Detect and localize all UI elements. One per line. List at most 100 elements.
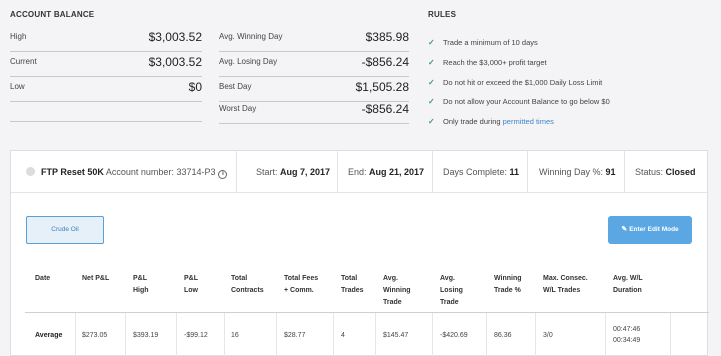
stat-current: Current $3,003.52 <box>10 53 202 77</box>
col-avg-winning-trade: Avg. Winning Trade <box>383 275 411 306</box>
account-number-label: Account number: <box>105 167 174 177</box>
rule-text: Only trade during <box>443 117 503 127</box>
start-date: Start: Aug 7, 2017 <box>256 151 330 193</box>
divider <box>236 151 237 193</box>
cell-avg-loss: -$420.69 <box>440 331 468 339</box>
stat-value: -$856.24 <box>361 102 409 116</box>
account-number: 33714-P3 <box>176 167 216 177</box>
col-pl-low: P&L Low <box>184 275 198 294</box>
stat-worst-day: Worst Day -$856.24 <box>219 100 409 124</box>
info-icon[interactable]: i <box>218 170 228 179</box>
stat-best-day: Best Day $1,505.28 <box>219 78 409 102</box>
cell-duration: 00:47:46 00:34:49 <box>613 313 640 356</box>
status-value: Closed <box>665 167 696 177</box>
cell-net-pl: $273.05 <box>82 331 108 339</box>
check-icon: ✓ <box>428 77 435 87</box>
permitted-times-link[interactable]: permitted times <box>503 117 554 126</box>
stat-value: $3,003.52 <box>148 30 202 44</box>
stat-value: $1,505.28 <box>355 80 409 94</box>
duration-loss: 00:34:49 <box>613 337 641 344</box>
summary-section: ACCOUNT BALANCE High $3,003.52 Current $… <box>0 0 721 140</box>
cell-trades: 4 <box>341 331 345 339</box>
stat-high: High $3,003.52 <box>10 28 202 52</box>
cell-max-consec: 3/0 <box>543 331 553 339</box>
check-icon: ✓ <box>428 38 435 47</box>
rule-text: Do not hit or exceed the $1,000 Daily Lo… <box>443 77 603 87</box>
cell-win-pct: 86.36 <box>494 331 512 339</box>
start-label: Start: <box>256 167 278 177</box>
stat-value: $3,003.52 <box>148 55 202 69</box>
stat-label: Low <box>10 82 25 91</box>
col-avg-losing-trade: Avg. Losing Trade <box>440 275 463 306</box>
account-name: FTP Reset 50K <box>41 167 104 177</box>
stat-label: Avg. Winning Day <box>219 32 283 41</box>
rules-title: RULES <box>428 10 457 19</box>
col-pl-high: P&L High <box>133 275 149 294</box>
days-label: Days Complete: <box>443 167 508 177</box>
col-avg-duration: Avg. W/L Duration <box>613 275 643 294</box>
account-status: Status: Closed <box>635 151 696 193</box>
col-total-contracts: Total Contracts <box>231 275 264 294</box>
edit-mode-label: Enter Edit Mode <box>629 226 679 233</box>
stat-avg-winning-day: Avg. Winning Day $385.98 <box>219 28 409 52</box>
end-date: End: Aug 21, 2017 <box>348 151 424 193</box>
enter-edit-mode-button[interactable]: ✎ Enter Edit Mode <box>608 216 692 244</box>
table-header: Date Net P&L P&L High P&L Low Total Contrac… <box>25 261 709 313</box>
rules-list: ✓ Trade a minimum of 10 days ✓ Reach the $… <box>428 36 718 135</box>
days-value: 11 <box>509 167 520 177</box>
stat-empty-row <box>10 98 202 122</box>
check-icon: ✓ <box>428 97 435 107</box>
winning-label: Winning Day %: <box>539 167 604 177</box>
col-total-trades: Total Trades <box>341 275 364 294</box>
divider <box>624 151 625 193</box>
rule-text: Trade a minimum of 10 days <box>443 38 538 47</box>
days-complete: Days Complete: 11 <box>443 151 519 193</box>
stat-label: Current <box>10 57 37 66</box>
pencil-icon: ✎ <box>621 226 628 233</box>
check-icon: ✓ <box>428 117 435 127</box>
col-date: Date <box>35 275 51 282</box>
rule-item: ✓ Only trade during permitted times <box>428 115 718 135</box>
account-radio[interactable] <box>26 167 35 176</box>
end-value: Aug 21, 2017 <box>369 167 425 177</box>
rule-item: ✓ Do not allow your Account Balance to go… <box>428 95 718 115</box>
rule-item: ✓ Do not hit or exceed the $1,000 Daily L… <box>428 76 718 96</box>
col-total-fees: Total Fees + Comm. <box>284 275 319 294</box>
divider <box>527 151 528 193</box>
table-row: Average $273.05 $393.19 -$99.12 16 $28.7… <box>25 313 709 356</box>
cell-fees: $28.77 <box>284 331 306 339</box>
winning-value: 91 <box>605 167 616 177</box>
stat-label: Best Day <box>219 82 252 91</box>
stat-avg-losing-day: Avg. Losing Day -$856.24 <box>219 53 409 77</box>
cell-date: Average <box>35 331 63 339</box>
cell-contracts: 16 <box>231 331 239 339</box>
rule-text: Do not allow your Account Balance to go … <box>443 97 610 107</box>
rule-item: ✓ Reach the $3,000+ profit target <box>428 56 718 76</box>
account-balance-title: ACCOUNT BALANCE <box>10 10 95 19</box>
status-label: Status: <box>635 167 664 177</box>
divider <box>432 151 433 193</box>
end-label: End: <box>348 167 367 177</box>
check-icon: ✓ <box>428 57 435 67</box>
stat-label: Worst Day <box>219 104 257 113</box>
col-winning-trade-pct: Winning Trade % <box>494 275 522 294</box>
account-bar: FTP Reset 50K Account number: 33714-P3 i … <box>11 151 709 193</box>
divider <box>337 151 338 193</box>
stat-value: -$856.24 <box>361 55 409 69</box>
crude-oil-button[interactable]: Crude Oil <box>26 216 104 244</box>
col-net-pl: Net P&L <box>82 275 110 282</box>
cell-avg-win: $145.47 <box>383 331 409 339</box>
rule-text: Reach the $3,000+ profit target <box>443 57 547 67</box>
cell-pl-low: -$99.12 <box>184 331 208 339</box>
account-info: FTP Reset 50K Account number: 33714-P3 i <box>41 151 228 193</box>
start-value: Aug 7, 2017 <box>280 167 331 177</box>
duration-win: 00:47:46 <box>613 326 641 333</box>
rule-item: ✓ Trade a minimum of 10 days <box>428 36 718 56</box>
winning-day-pct: Winning Day %: 91 <box>539 151 616 193</box>
stat-value: $385.98 <box>365 30 409 44</box>
account-panel: FTP Reset 50K Account number: 33714-P3 i … <box>10 150 709 356</box>
stat-label: Avg. Losing Day <box>219 57 278 66</box>
stat-value: $0 <box>188 80 202 94</box>
cell-pl-high: $393.19 <box>133 331 159 339</box>
stat-label: High <box>10 32 27 41</box>
